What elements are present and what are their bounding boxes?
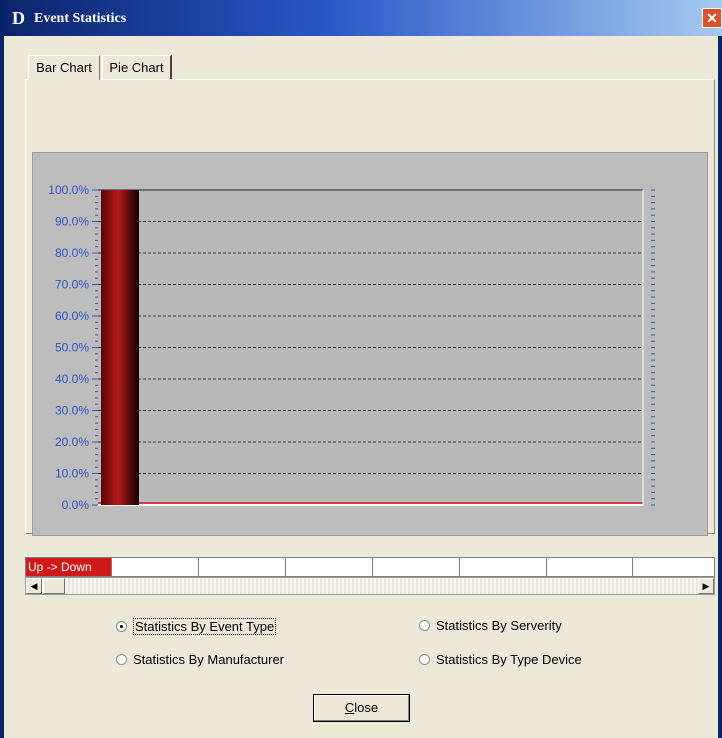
radio-unselected-icon — [116, 654, 127, 665]
close-button-mnemonic: C — [344, 700, 355, 715]
y-tick-label: 80.0% — [55, 246, 89, 260]
radio-unselected-icon — [419, 654, 430, 665]
y-tick-label: 30.0% — [55, 404, 89, 418]
scroll-thumb[interactable] — [43, 578, 65, 594]
radio-label: Statistics By Manufacturer — [133, 652, 284, 667]
category-cell — [373, 558, 460, 576]
y-tick-label: 100.0% — [48, 183, 89, 197]
category-cell-up-down[interactable]: Up -> Down — [26, 558, 112, 576]
dlink-logo-icon: D — [12, 8, 25, 28]
category-cell — [199, 558, 286, 576]
bar-chart-area: 0.0% 10.0% 20.0% 30.0% 40.0% 50.0% 60.0% 70.0% 8… — [32, 152, 708, 536]
bar-0 — [101, 190, 139, 505]
y-tick-label: 10.0% — [55, 467, 89, 481]
category-cell — [547, 558, 633, 576]
y-tick-label: 20.0% — [55, 435, 89, 449]
category-cell — [112, 558, 199, 576]
tab-bar-chart[interactable]: Bar Chart — [28, 55, 100, 80]
radio-selected-icon — [116, 621, 127, 632]
radio-label: Statistics By Event Type — [133, 618, 277, 635]
horizontal-scrollbar[interactable]: ◀ ▶ — [25, 577, 715, 595]
window-close-button[interactable]: ✕ — [702, 8, 722, 28]
y-tick-label: 0.0% — [62, 498, 90, 512]
radio-label: Statistics By Serverity — [436, 618, 562, 633]
scroll-left-icon[interactable]: ◀ — [26, 578, 42, 594]
close-button[interactable]: Close — [313, 694, 410, 722]
category-cell — [633, 558, 714, 576]
bar-chart: 0.0% 10.0% 20.0% 30.0% 40.0% 50.0% 60.0% 70.0% 8… — [48, 183, 655, 512]
close-button-label: lose — [354, 700, 379, 715]
category-cell — [286, 558, 373, 576]
scroll-right-icon[interactable]: ▶ — [698, 578, 714, 594]
title-bar: D Event Statistics — [0, 0, 722, 36]
radio-unselected-icon — [419, 620, 430, 631]
y-tick-label: 60.0% — [55, 309, 89, 323]
category-cell — [460, 558, 547, 576]
window-title: Event Statistics — [34, 11, 127, 26]
y-tick-label: 70.0% — [55, 278, 89, 292]
y-tick-label: 40.0% — [55, 372, 89, 386]
tab-pie-chart[interactable]: Pie Chart — [102, 55, 172, 79]
y-tick-label: 90.0% — [55, 215, 89, 229]
y-tick-label: 50.0% — [55, 341, 89, 355]
category-strip: Up -> Down — [25, 557, 715, 577]
radio-label: Statistics By Type Device — [436, 652, 582, 667]
